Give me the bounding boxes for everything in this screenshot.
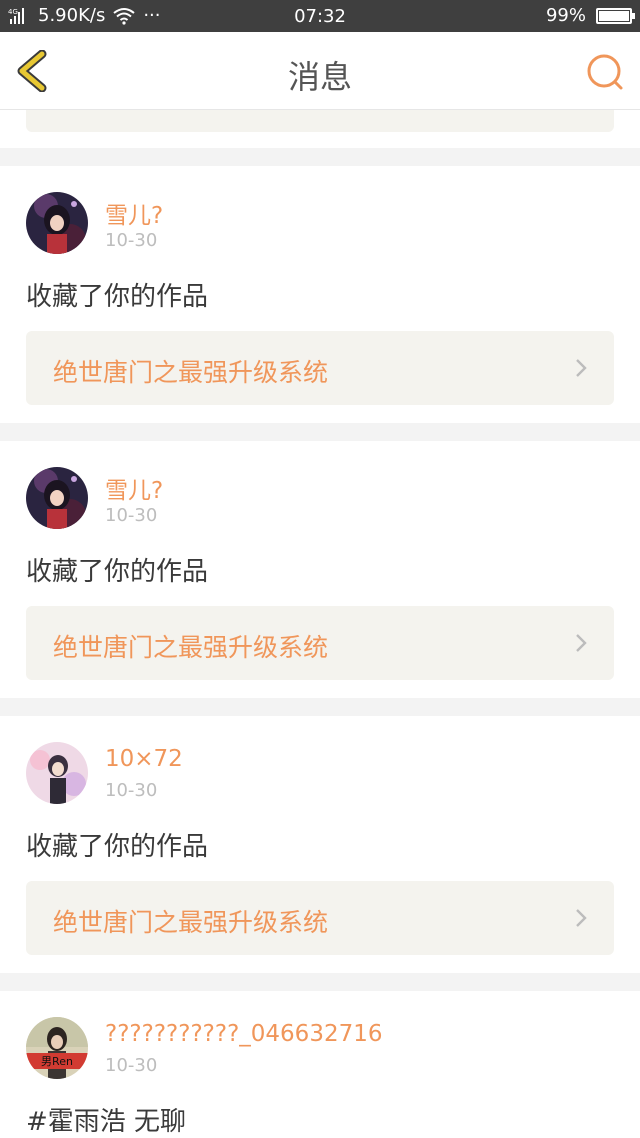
chevron-right-icon [576, 359, 587, 377]
search-icon[interactable] [584, 52, 624, 92]
message-text: #霍雨浩 无聊 [26, 1107, 187, 1137]
svg-text:男Ren: 男Ren [41, 1055, 73, 1068]
message-card: 雪儿? 10-30 收藏了你的作品 绝世唐门之最强升级系统 [0, 441, 640, 698]
message-date: 10-30 [105, 1055, 158, 1076]
battery-icon [596, 7, 635, 24]
user-row: 雪儿? 10-30 [26, 467, 614, 531]
user-row: 雪儿? 10-30 [26, 192, 614, 256]
message-text: 收藏了你的作品 [26, 282, 209, 312]
clock: 07:32 [294, 6, 346, 27]
header: 消息 [0, 32, 640, 110]
message-date: 10-30 [105, 780, 158, 801]
message-card: 10×72 10-30 收藏了你的作品 绝世唐门之最强升级系统 [0, 716, 640, 973]
work-link[interactable]: 绝世唐门之最强升级系统 [26, 606, 614, 680]
message-card: 男Ren ???????????_046632716 10-30 #霍雨浩 无聊 [0, 991, 640, 1138]
status-right: 99% [545, 5, 635, 26]
work-title: 绝世唐门之最强升级系统 [53, 633, 329, 662]
message-card: 雪儿? 10-30 收藏了你的作品 绝世唐门之最强升级系统 [0, 166, 640, 423]
message-feed[interactable]: 雪儿? 10-30 收藏了你的作品 绝世唐门之最强升级系统 雪儿? 10-30 … [0, 110, 640, 1138]
message-text: 收藏了你的作品 [26, 832, 209, 862]
avatar[interactable] [26, 192, 88, 254]
message-date: 10-30 [105, 230, 158, 251]
chevron-right-icon [576, 634, 587, 652]
user-name[interactable]: 雪儿? [105, 471, 163, 505]
user-row: 男Ren ???????????_046632716 10-30 [26, 1017, 614, 1081]
work-link[interactable]: 绝世唐门之最强升级系统 [26, 331, 614, 405]
work-title: 绝世唐门之最强升级系统 [53, 358, 329, 387]
chevron-right-icon [576, 909, 587, 927]
user-name[interactable]: ???????????_046632716 [105, 1021, 382, 1047]
message-text: 收藏了你的作品 [26, 557, 209, 587]
work-link[interactable]: 绝世唐门之最强升级系统 [26, 881, 614, 955]
avatar[interactable] [26, 742, 88, 804]
avatar[interactable]: 男Ren [26, 1017, 88, 1079]
user-name[interactable]: 雪儿? [105, 196, 163, 230]
status-bar: 4G 5.90K/s ··· 07:32 99% [0, 0, 640, 32]
avatar[interactable] [26, 467, 88, 529]
battery-percent: 99% [545, 5, 586, 26]
user-row: 10×72 10-30 [26, 742, 614, 806]
work-link-partial[interactable] [26, 110, 614, 132]
work-title: 绝世唐门之最强升级系统 [53, 908, 329, 937]
message-card-partial [0, 110, 640, 148]
page-title: 消息 [287, 58, 352, 96]
message-date: 10-30 [105, 505, 158, 526]
user-name[interactable]: 10×72 [105, 746, 183, 772]
